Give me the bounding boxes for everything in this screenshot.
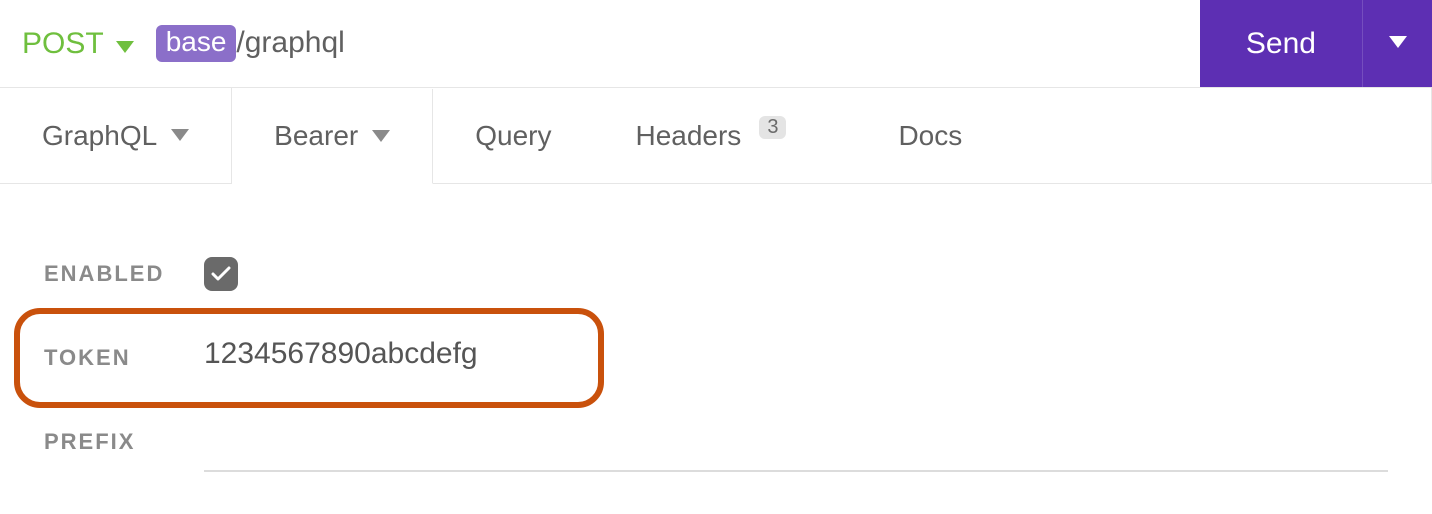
token-input[interactable] — [204, 329, 584, 387]
tab-query[interactable]: Query — [433, 88, 593, 183]
tab-row: GraphQL Bearer Query Headers 3 Docs — [0, 88, 1432, 184]
url-path: /graphql — [236, 26, 344, 60]
request-bar: POST base /graphql Send — [0, 0, 1432, 88]
token-label: TOKEN — [44, 345, 204, 371]
auth-form: ENABLED TOKEN PREFIX — [0, 184, 1432, 484]
tab-graphql[interactable]: GraphQL — [0, 88, 232, 183]
request-left: POST base /graphql — [0, 0, 1200, 87]
chevron-down-icon — [171, 124, 189, 147]
method-selector[interactable]: POST — [22, 27, 134, 61]
headers-count-badge: 3 — [759, 116, 786, 139]
send-button[interactable]: Send — [1200, 0, 1362, 87]
tab-headers[interactable]: Headers 3 — [593, 88, 828, 183]
prefix-label: PREFIX — [44, 429, 204, 455]
send-button-group: Send — [1200, 0, 1432, 87]
tab-label: Query — [475, 120, 551, 152]
prefix-row: PREFIX — [44, 400, 1388, 484]
enabled-checkbox[interactable] — [204, 257, 238, 291]
tab-docs[interactable]: Docs — [828, 88, 1004, 183]
tab-label: Headers — [635, 120, 741, 152]
enabled-label: ENABLED — [44, 261, 204, 287]
token-control — [204, 329, 1388, 387]
tab-bearer[interactable]: Bearer — [232, 89, 433, 184]
send-dropdown-button[interactable] — [1362, 0, 1432, 87]
check-icon — [211, 266, 231, 282]
enabled-row: ENABLED — [44, 232, 1388, 316]
method-label: POST — [22, 27, 104, 61]
tab-spacer — [1004, 88, 1432, 183]
token-row: TOKEN — [44, 316, 1388, 400]
url-input[interactable]: base /graphql — [156, 25, 345, 62]
prefix-control — [204, 412, 1388, 472]
tab-label: Docs — [898, 120, 962, 152]
prefix-input[interactable] — [204, 412, 1388, 472]
chevron-down-icon — [1389, 36, 1407, 51]
chevron-down-icon — [116, 27, 134, 61]
tab-label: Bearer — [274, 120, 358, 152]
enabled-control — [204, 257, 1388, 291]
base-url-tag: base — [156, 25, 237, 62]
chevron-down-icon — [372, 125, 390, 148]
tab-label: GraphQL — [42, 120, 157, 152]
